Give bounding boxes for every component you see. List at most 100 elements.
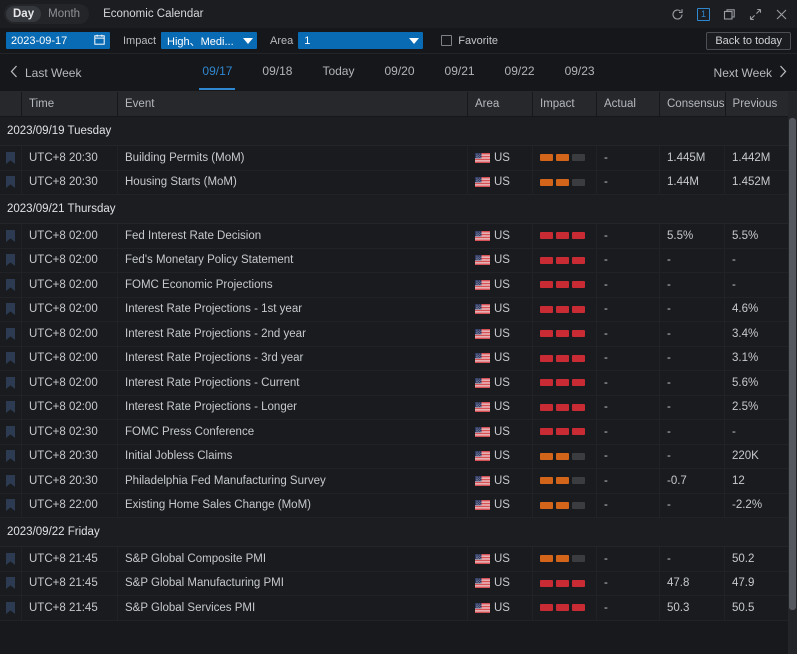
cell-impact xyxy=(533,297,597,321)
cell-event[interactable]: S&P Global Manufacturing PMI xyxy=(118,571,468,595)
cell-event[interactable]: Initial Jobless Claims xyxy=(118,444,468,468)
table-row[interactable]: UTC+8 20:30 Housing Starts (MoM) US -1.44M 1… xyxy=(0,170,797,195)
bookmark-toggle[interactable] xyxy=(0,395,22,419)
table-row[interactable]: UTC+8 20:30 Building Permits (MoM) US -1.44… xyxy=(0,146,797,171)
table-row[interactable]: UTC+8 20:30 Initial Jobless Claims US - -220… xyxy=(0,444,797,469)
refresh-icon[interactable] xyxy=(670,7,685,22)
cell-event[interactable]: Interest Rate Projections - Current xyxy=(118,371,468,395)
column-header-event[interactable]: Event xyxy=(118,92,468,116)
day-tab-today[interactable]: Today xyxy=(322,64,354,81)
day-tab-0922[interactable]: 09/22 xyxy=(505,64,535,81)
bookmark-toggle[interactable] xyxy=(0,571,22,595)
cell-previous: - xyxy=(725,248,797,272)
column-header-impact[interactable]: Impact xyxy=(533,92,597,116)
day-tab-0920[interactable]: 09/20 xyxy=(384,64,414,81)
bookmark-toggle[interactable] xyxy=(0,273,22,297)
impact-bar xyxy=(556,579,569,587)
bookmark-toggle[interactable] xyxy=(0,248,22,272)
vertical-scrollbar[interactable] xyxy=(788,92,797,654)
us-flag-icon xyxy=(475,451,490,462)
table-row[interactable]: UTC+8 02:00 Interest Rate Projections - 1… xyxy=(0,297,797,322)
cell-consensus: - xyxy=(660,297,725,321)
area-filter-dropdown[interactable]: 1 xyxy=(298,32,424,49)
day-tab-0923[interactable]: 09/23 xyxy=(565,64,595,81)
bookmark-toggle[interactable] xyxy=(0,444,22,468)
cell-previous: 5.5% xyxy=(725,224,797,248)
tab-day[interactable]: Day xyxy=(6,6,42,22)
table-row[interactable]: UTC+8 22:00 Existing Home Sales Change (M… xyxy=(0,493,797,518)
cell-consensus: - xyxy=(660,371,725,395)
impact-filter-dropdown[interactable]: High、Medi... xyxy=(161,32,258,49)
table-row[interactable]: UTC+8 20:30 Philadelphia Fed Manufacturin… xyxy=(0,469,797,494)
cell-actual: - xyxy=(597,273,660,297)
window-count-badge[interactable]: 1 xyxy=(696,7,711,22)
table-row[interactable]: UTC+8 02:00 FOMC Economic Projections US - -… xyxy=(0,273,797,298)
scrollbar-thumb[interactable] xyxy=(789,118,796,610)
favorite-checkbox[interactable] xyxy=(441,35,453,46)
table-row[interactable]: UTC+8 02:00 Interest Rate Projections - 2… xyxy=(0,322,797,347)
cell-event[interactable]: Housing Starts (MoM) xyxy=(118,170,468,194)
cell-event[interactable]: Fed Interest Rate Decision xyxy=(118,224,468,248)
column-header-area[interactable]: Area xyxy=(468,92,533,116)
area-filter-value: 1 xyxy=(304,34,311,47)
cell-event[interactable]: Interest Rate Projections - 1st year xyxy=(118,297,468,321)
table-row[interactable]: UTC+8 02:00 Interest Rate Projections - L… xyxy=(0,395,797,420)
cell-actual: - xyxy=(597,493,660,517)
bookmark-toggle[interactable] xyxy=(0,420,22,444)
restore-window-icon[interactable] xyxy=(722,7,737,22)
favorite-filter-toggle[interactable]: Favorite xyxy=(441,35,498,47)
date-picker-input[interactable]: 2023-09-17 xyxy=(6,32,110,49)
day-tab-0917[interactable]: 09/17 xyxy=(199,64,236,90)
bookmark-toggle[interactable] xyxy=(0,297,22,321)
cell-event[interactable]: Philadelphia Fed Manufacturing Survey xyxy=(118,469,468,493)
expand-icon[interactable] xyxy=(748,7,763,22)
day-tab-0921[interactable]: 09/21 xyxy=(445,64,475,81)
bookmark-toggle[interactable] xyxy=(0,146,22,170)
impact-bar xyxy=(572,501,585,509)
table-row[interactable]: UTC+8 21:45 S&P Global Composite PMI US - -5… xyxy=(0,547,797,572)
cell-event[interactable]: S&P Global Services PMI xyxy=(118,596,468,620)
table-row[interactable]: UTC+8 02:00 Interest Rate Projections - C… xyxy=(0,371,797,396)
tab-month[interactable]: Month xyxy=(41,6,87,22)
column-header-actual[interactable]: Actual xyxy=(597,92,660,116)
cell-area: US xyxy=(468,248,533,272)
bookmark-toggle[interactable] xyxy=(0,170,22,194)
cell-event[interactable]: Existing Home Sales Change (MoM) xyxy=(118,493,468,517)
cell-actual: - xyxy=(597,571,660,595)
table-row[interactable]: UTC+8 02:00 Fed's Monetary Policy Stateme… xyxy=(0,248,797,273)
bookmark-toggle[interactable] xyxy=(0,322,22,346)
impact-indicator xyxy=(540,604,585,612)
cell-impact xyxy=(533,395,597,419)
column-header-time[interactable]: Time xyxy=(22,92,118,116)
bookmark-toggle[interactable] xyxy=(0,224,22,248)
area-code: US xyxy=(494,499,510,512)
cell-event[interactable]: FOMC Press Conference xyxy=(118,420,468,444)
column-header-consensus[interactable]: Consensus xyxy=(660,92,726,116)
back-to-today-button[interactable]: Back to today xyxy=(706,31,791,50)
bookmark-toggle[interactable] xyxy=(0,493,22,517)
cell-event[interactable]: Interest Rate Projections - 2nd year xyxy=(118,322,468,346)
table-row[interactable]: UTC+8 21:45 S&P Global Services PMI US -50.… xyxy=(0,596,797,621)
cell-event[interactable]: S&P Global Composite PMI xyxy=(118,547,468,571)
cell-event[interactable]: Building Permits (MoM) xyxy=(118,146,468,170)
impact-bar xyxy=(540,501,553,509)
column-header-previous[interactable]: Previous xyxy=(726,92,797,116)
table-row[interactable]: UTC+8 21:45 S&P Global Manufacturing PMI U… xyxy=(0,571,797,596)
bookmark-toggle[interactable] xyxy=(0,371,22,395)
cell-event[interactable]: Fed's Monetary Policy Statement xyxy=(118,248,468,272)
close-icon[interactable] xyxy=(774,7,789,22)
bookmark-toggle[interactable] xyxy=(0,469,22,493)
table-row[interactable]: UTC+8 02:00 Interest Rate Projections - 3… xyxy=(0,346,797,371)
impact-bar xyxy=(540,305,553,313)
day-tab-0918[interactable]: 09/18 xyxy=(262,64,292,81)
bookmark-toggle[interactable] xyxy=(0,547,22,571)
table-row[interactable]: UTC+8 02:30 FOMC Press Conference US - - - xyxy=(0,420,797,445)
bookmark-toggle[interactable] xyxy=(0,596,22,620)
bookmark-toggle[interactable] xyxy=(0,346,22,370)
impact-bar xyxy=(572,452,585,460)
table-row[interactable]: UTC+8 02:00 Fed Interest Rate Decision US -… xyxy=(0,224,797,249)
cell-event[interactable]: Interest Rate Projections - 3rd year xyxy=(118,346,468,370)
cell-event[interactable]: Interest Rate Projections - Longer xyxy=(118,395,468,419)
cell-event[interactable]: FOMC Economic Projections xyxy=(118,273,468,297)
table-body: 2023/09/19 Tuesday UTC+8 20:30 Building Pe… xyxy=(0,117,797,654)
